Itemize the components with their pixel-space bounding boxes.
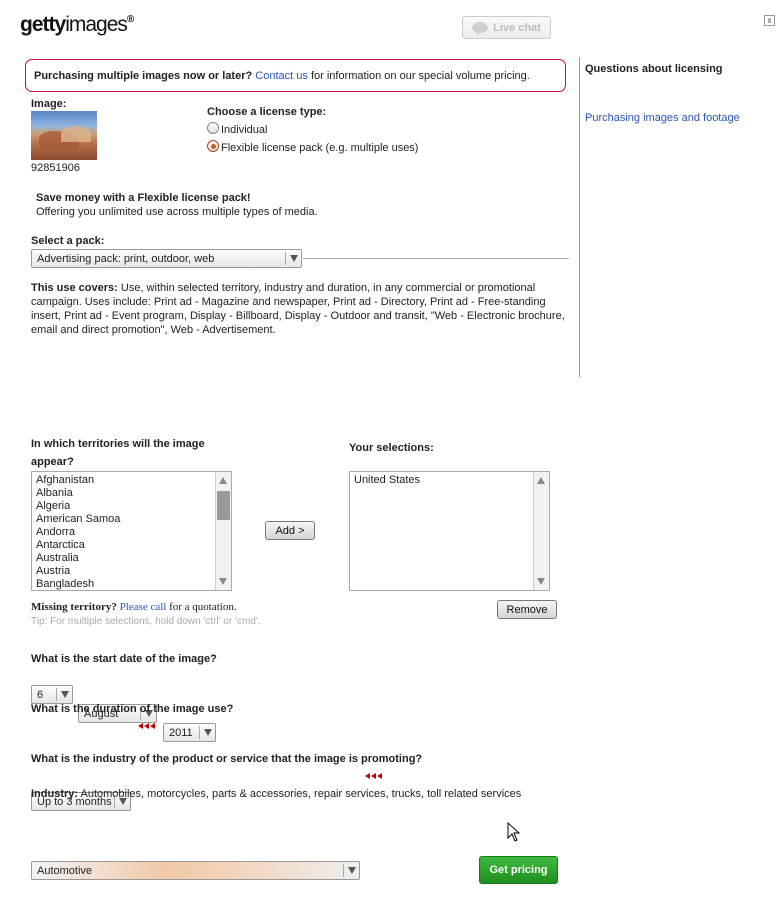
image-thumbnail[interactable] [31, 111, 97, 160]
territories-listbox[interactable]: Afghanistan Albania Algeria American Sam… [31, 471, 232, 591]
logo-bold-text: getty [20, 13, 66, 36]
missing-rest: for a quotation. [169, 601, 237, 613]
scroll-up-icon[interactable] [219, 477, 227, 484]
required-arrows-icon [365, 773, 383, 779]
license-type-label: Choose a license type: [207, 106, 327, 118]
logo-thin-text: images [65, 13, 128, 36]
use-covers-text: This use covers: Use, within selected te… [31, 281, 566, 337]
add-territory-button[interactable]: Add > [265, 521, 315, 540]
selections-listbox[interactable]: United States [349, 471, 550, 591]
license-option-individual[interactable]: Individual [207, 119, 267, 136]
promo-text: Offering you unlimited use across multip… [36, 206, 318, 218]
industry-desc-text: Automobiles, motorcycles, parts & access… [78, 788, 522, 800]
industry-description: Industry: Automobiles, motorcycles, part… [31, 788, 521, 800]
getty-images-logo[interactable]: gettyimages® [20, 13, 134, 37]
start-year-value: 2011 [169, 726, 193, 739]
mouse-cursor-icon [507, 822, 521, 842]
pack-divider [303, 258, 569, 259]
pack-select-value: Advertising pack: print, outdoor, web [37, 252, 215, 265]
promo-title: Save money with a Flexible license pack! [36, 192, 251, 204]
industry-select[interactable]: Automotive [31, 861, 360, 880]
get-pricing-button[interactable]: Get pricing [479, 856, 558, 884]
image-id: 92851906 [31, 162, 80, 174]
industry-label: What is the industry of the product or s… [31, 753, 423, 765]
license-option-label: Flexible license pack (e.g. multiple use… [221, 142, 419, 154]
license-option-flexible[interactable]: Flexible license pack (e.g. multiple use… [207, 137, 418, 154]
list-item[interactable]: American Samoa [32, 513, 231, 526]
remove-territory-button[interactable]: Remove [497, 600, 557, 619]
chat-bubble-icon [472, 22, 489, 36]
image-label: Image: [31, 98, 67, 110]
start-day-value: 6 [37, 688, 44, 701]
use-covers-label: This use covers: [31, 282, 118, 294]
industry-desc-label: Industry: [31, 788, 79, 800]
notice-bold: Purchasing multiple images now or later? [34, 69, 253, 82]
start-day-select[interactable]: 6 [31, 685, 73, 704]
start-date-label: What is the start date of the image? [31, 653, 217, 665]
list-item[interactable]: Antarctica [32, 539, 231, 552]
list-item[interactable]: Bangladesh [32, 578, 231, 590]
chevron-down-icon [343, 864, 359, 877]
scroll-down-icon[interactable] [537, 578, 545, 585]
selections-scrollbar[interactable] [533, 472, 549, 590]
license-option-label: Individual [221, 124, 268, 136]
logo-registered: ® [126, 14, 134, 25]
list-item[interactable]: Andorra [32, 526, 231, 539]
missing-territory: Missing territory? Please call for a quo… [31, 601, 237, 613]
territories-scrollbar[interactable] [215, 472, 231, 590]
list-item[interactable]: Afghanistan [32, 474, 231, 487]
live-chat-label: Live chat [493, 21, 541, 34]
territories-label-line2: appear? [31, 456, 74, 468]
volume-pricing-notice: Purchasing multiple images now or later?… [25, 59, 566, 92]
duration-label: What is the duration of the image use? [31, 703, 234, 715]
list-item[interactable]: Albania [32, 487, 231, 500]
start-year-select[interactable]: 2011 [163, 723, 216, 742]
close-icon[interactable]: x [764, 15, 775, 26]
scrollbar-thumb[interactable] [217, 491, 230, 520]
sidebar-title: Questions about licensing [585, 63, 723, 75]
missing-bold: Missing territory? [31, 601, 117, 613]
pack-select[interactable]: Advertising pack: print, outdoor, web [31, 249, 302, 268]
list-item[interactable]: Austria [32, 565, 231, 578]
territories-label-line1: In which territories will the image [31, 438, 205, 450]
pack-label: Select a pack: [31, 235, 105, 247]
selections-label: Your selections: [349, 442, 434, 454]
live-chat-button[interactable]: Live chat [462, 16, 551, 39]
required-arrows-icon [138, 723, 156, 729]
chevron-down-icon [56, 688, 72, 701]
chevron-down-icon [285, 252, 301, 265]
notice-rest: for information on our special volume pr… [310, 69, 530, 82]
sidebar-divider [579, 57, 580, 377]
scroll-down-icon[interactable] [219, 578, 227, 585]
radio-flexible[interactable] [207, 139, 219, 152]
contact-us-link[interactable]: Contact us [255, 70, 308, 82]
selection-tip: Tip: For multiple selections, hold down … [31, 616, 261, 627]
chevron-down-icon [199, 726, 215, 739]
list-item[interactable]: Algeria [32, 500, 231, 513]
please-call-link[interactable]: Please call [120, 601, 167, 613]
purchasing-images-link[interactable]: Purchasing images and footage [585, 112, 740, 124]
list-item[interactable]: Australia [32, 552, 231, 565]
industry-value: Automotive [37, 864, 93, 877]
scroll-up-icon[interactable] [537, 477, 545, 484]
radio-individual[interactable] [207, 121, 219, 134]
list-item[interactable]: United States [350, 474, 549, 487]
